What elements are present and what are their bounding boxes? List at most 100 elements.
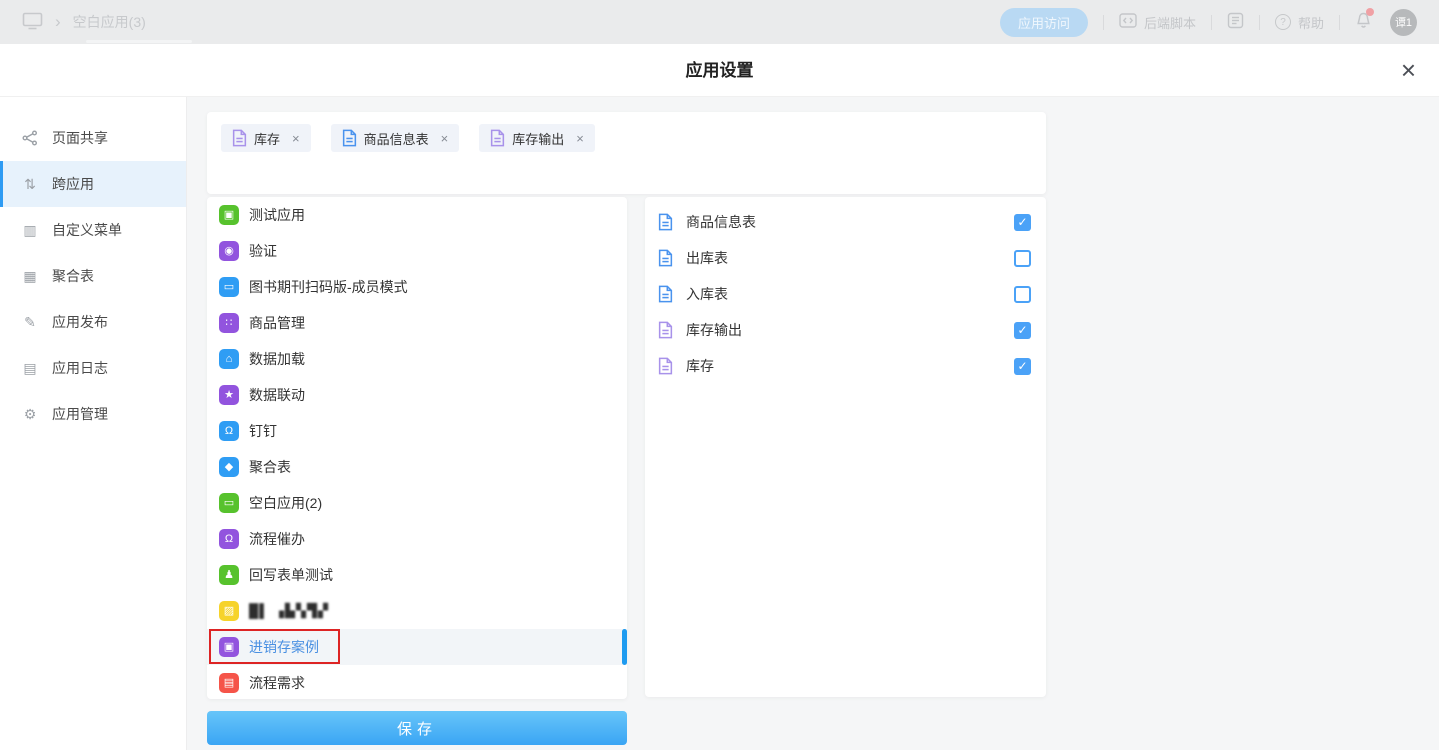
breadcrumb-chevron-icon: ›	[55, 12, 61, 32]
form-doc-icon	[490, 129, 505, 147]
app-access-button[interactable]: 应用访问	[1000, 8, 1088, 37]
tag-remove-icon[interactable]: ×	[292, 131, 300, 146]
window-icon	[22, 12, 43, 33]
help-button[interactable]: ? 帮助	[1275, 13, 1324, 32]
backend-script-button[interactable]: 后端脚本	[1119, 13, 1196, 32]
sidebar-item-label: 应用管理	[52, 404, 108, 424]
form-doc-icon	[658, 285, 673, 303]
gear-icon: ⚙	[21, 406, 39, 423]
contacts-button[interactable]	[1227, 12, 1244, 32]
app-icon: ◆	[219, 457, 239, 477]
form-doc-icon	[232, 129, 247, 147]
app-icon: ♟	[219, 565, 239, 585]
app-label: 图书期刊扫码版-成员模式	[249, 277, 408, 297]
topbar-divider	[1211, 15, 1212, 30]
selected-tag-chip: 商品信息表 ×	[331, 124, 460, 152]
share-icon	[21, 130, 39, 146]
sidebar-item-cross-app[interactable]: ⇅ 跨应用	[0, 161, 186, 207]
app-list-item[interactable]: ◉ 验证	[207, 233, 627, 269]
selected-tag-chip: 库存输出 ×	[479, 124, 595, 152]
tag-remove-icon[interactable]: ×	[576, 131, 584, 146]
app-list-item[interactable]: ∷商品管理	[207, 305, 627, 341]
app-list-item[interactable]: ♟回写表单测试	[207, 557, 627, 593]
sidebar-item-page-share[interactable]: 页面共享	[0, 115, 186, 161]
app-label: 验证	[249, 241, 277, 261]
app-list-panel: ▣测试应用◉验证▭图书期刊扫码版-成员模式∷商品管理⌂数据加载★数据联动Ω钉钉◆…	[207, 197, 627, 699]
app-icon: Ω	[219, 529, 239, 549]
app-icon: ▣	[219, 205, 239, 225]
sidebar-item-app-log[interactable]: ▤应用日志	[0, 345, 186, 391]
app-label: 钉钉	[249, 421, 277, 441]
sidebar-item-label: 应用日志	[52, 358, 108, 378]
form-list-item[interactable]: 库存输出✓	[645, 312, 1046, 348]
app-icon: ▨	[219, 601, 239, 621]
tag-remove-icon[interactable]: ×	[441, 131, 449, 146]
notification-dot	[1366, 8, 1374, 16]
app-list-item[interactable]: ◆ 聚合表	[207, 449, 627, 485]
app-label: █▌ ▗▙▚▜▞	[249, 603, 329, 619]
app-label: 空白应用(2)	[249, 493, 322, 513]
app-list-item[interactable]: ★数据联动	[207, 377, 627, 413]
app-list-item[interactable]: ▤ 流程需求	[207, 665, 627, 699]
app-list-item[interactable]: ▨ █▌ ▗▙▚▜▞	[207, 593, 627, 629]
breadcrumb-active-indicator	[86, 40, 192, 43]
cross-app-icon: ⇅	[21, 176, 39, 193]
save-button[interactable]: 保存	[207, 711, 627, 745]
notification-bell-icon[interactable]	[1355, 11, 1372, 34]
form-list-item[interactable]: 入库表	[645, 276, 1046, 312]
sidebar-item-label: 页面共享	[52, 128, 108, 148]
aggregate-table-icon: ▦	[21, 268, 39, 285]
app-list-item[interactable]: ▭ 空白应用(2)	[207, 485, 627, 521]
form-doc-icon	[658, 357, 673, 375]
form-list-item[interactable]: 出库表	[645, 240, 1046, 276]
form-checkbox[interactable]	[1014, 286, 1031, 303]
app-list-item[interactable]: ▣ 测试应用	[207, 197, 627, 233]
app-icon: ▤	[219, 673, 239, 693]
form-doc-icon	[658, 213, 673, 231]
app-list-item[interactable]: ⌂数据加载	[207, 341, 627, 377]
sidebar-item-aggregate-table[interactable]: ▦聚合表	[0, 253, 186, 299]
selected-tag-chip: 库存 ×	[221, 124, 311, 152]
publish-icon: ✎	[21, 314, 39, 331]
sidebar-item-app-publish[interactable]: ✎ 应用发布	[0, 299, 186, 345]
form-label: 入库表	[686, 284, 728, 304]
app-list-item[interactable]: ▣进销存案例	[207, 629, 627, 665]
app-label: 测试应用	[249, 205, 305, 225]
sidebar-item-label: 应用发布	[52, 312, 108, 332]
app-settings-screen: › 空白应用(3) 应用访问 后端脚本	[0, 0, 1439, 750]
form-list-item[interactable]: 库存 ✓	[645, 348, 1046, 384]
app-icon: ▭	[219, 493, 239, 513]
app-icon: Ω	[219, 421, 239, 441]
sidebar-item-app-manage[interactable]: ⚙ 应用管理	[0, 391, 186, 437]
app-list-item[interactable]: Ω流程催办	[207, 521, 627, 557]
selected-tags-panel: 库存 × 商品信息表 × 库存输出 ×	[207, 112, 1046, 194]
close-button[interactable]: ×	[1401, 54, 1416, 86]
user-avatar[interactable]: 谭1	[1390, 9, 1417, 36]
scrollbar-thumb[interactable]	[622, 629, 627, 665]
sidebar-item-label: 跨应用	[52, 174, 94, 194]
app-label: 聚合表	[249, 457, 291, 477]
form-checkbox[interactable]: ✓	[1014, 358, 1031, 375]
form-checkbox[interactable]: ✓	[1014, 322, 1031, 339]
app-list-item[interactable]: Ω 钉钉	[207, 413, 627, 449]
modal-title: 应用设置	[0, 44, 1439, 97]
app-icon: ◉	[219, 241, 239, 261]
form-checkbox[interactable]: ✓	[1014, 214, 1031, 231]
settings-sidebar: 页面共享 ⇅ 跨应用 ▥自定义菜单▦聚合表 ✎ 应用发布 ▤应用日志 ⚙ 应用管理	[0, 97, 187, 750]
form-checkbox[interactable]	[1014, 250, 1031, 267]
form-label: 库存	[686, 356, 714, 376]
contacts-icon	[1227, 12, 1244, 32]
form-list-item[interactable]: 商品信息表✓	[645, 204, 1046, 240]
app-label: 流程需求	[249, 673, 305, 693]
tag-label: 库存	[254, 129, 280, 148]
app-list-item[interactable]: ▭图书期刊扫码版-成员模式	[207, 269, 627, 305]
help-label: 帮助	[1298, 13, 1324, 32]
custom-menu-icon: ▥	[21, 222, 39, 239]
app-label: 数据联动	[249, 385, 305, 405]
tag-label: 库存输出	[512, 129, 564, 148]
form-doc-icon	[342, 129, 357, 147]
topbar-divider	[1339, 15, 1340, 30]
tag-label: 商品信息表	[364, 129, 429, 148]
breadcrumb[interactable]: 空白应用(3)	[73, 12, 146, 32]
sidebar-item-custom-menu[interactable]: ▥自定义菜单	[0, 207, 186, 253]
